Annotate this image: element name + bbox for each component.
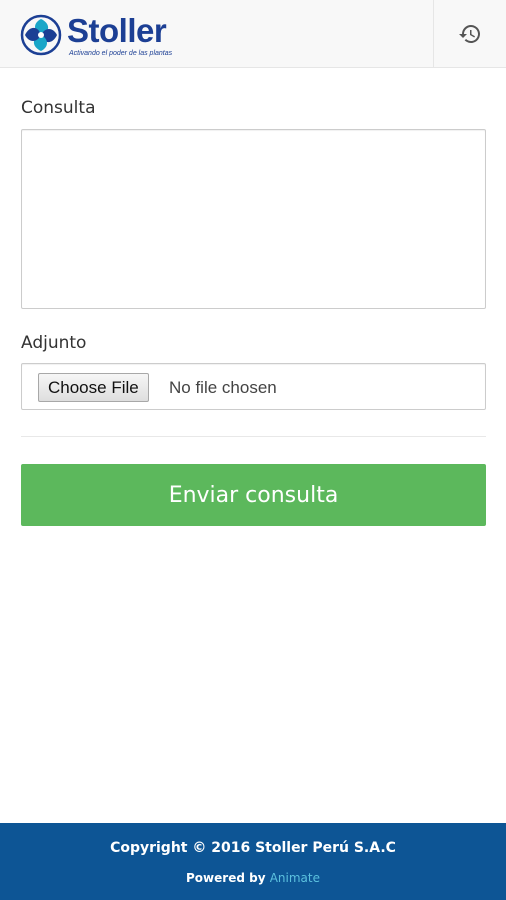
choose-file-button[interactable]: Choose File xyxy=(38,373,149,402)
animate-link[interactable]: Animate xyxy=(270,871,320,885)
powered-by: Powered by Animate xyxy=(0,870,506,886)
copyright-text: Copyright © 2016 Stoller Perú S.A.C xyxy=(110,840,396,856)
form-divider xyxy=(21,436,486,437)
file-input[interactable]: Choose File No file chosen xyxy=(21,363,486,410)
powered-by-label: Powered by xyxy=(186,871,266,885)
consulta-textarea[interactable] xyxy=(21,129,486,309)
stoller-logo-mark-icon xyxy=(20,14,62,56)
history-button[interactable] xyxy=(433,0,506,67)
consulta-label: Consulta xyxy=(21,98,96,118)
history-icon xyxy=(459,24,480,43)
top-navbar: Stoller Activando el poder de las planta… xyxy=(0,0,506,68)
brand-logo[interactable]: Stoller Activando el poder de las planta… xyxy=(20,12,180,60)
adjunto-label: Adjunto xyxy=(21,333,87,353)
logo-tagline: Activando el poder de las plantas xyxy=(69,50,173,57)
logo-wordmark: Stoller xyxy=(67,12,167,49)
file-status-text: No file chosen xyxy=(169,378,277,397)
footer: Copyright © 2016 Stoller Perú S.A.C Powe… xyxy=(0,823,506,900)
enviar-consulta-button[interactable]: Enviar consulta xyxy=(21,464,486,526)
